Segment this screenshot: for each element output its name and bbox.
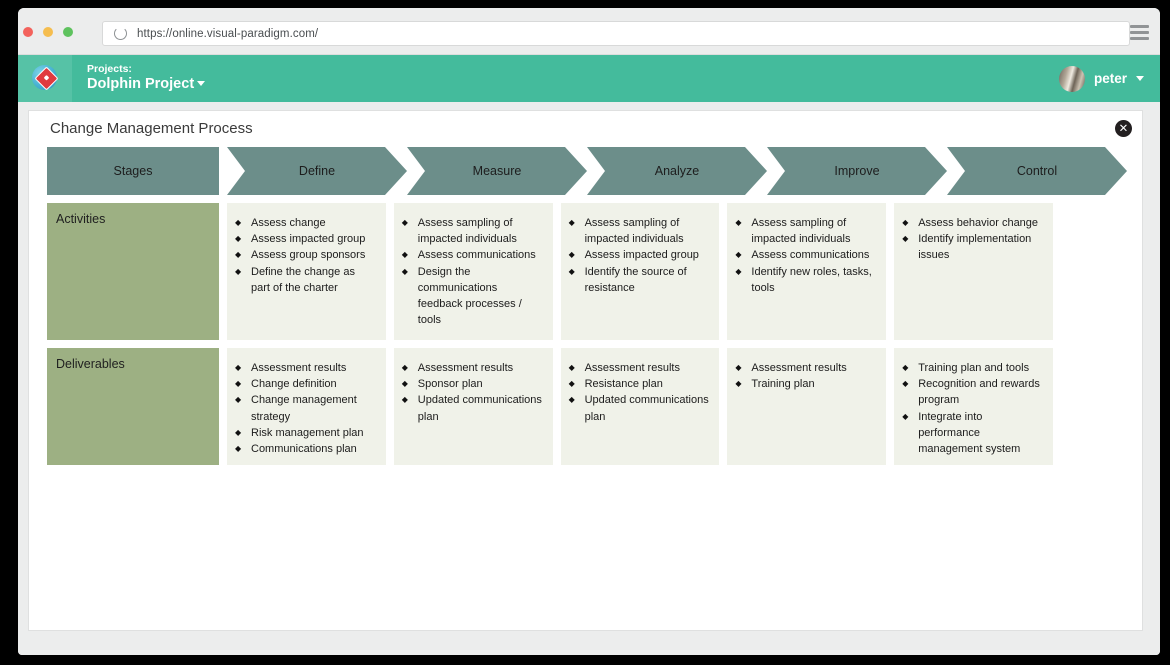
row-label-deliverables: Deliverables [47, 348, 219, 465]
bullet-list: Assess sampling of impacted individuals … [735, 215, 876, 296]
list-item: Change management strategy [235, 392, 376, 424]
cell-deliverables-define[interactable]: Assessment results Change definition Cha… [227, 348, 386, 465]
user-name: peter [1093, 71, 1127, 86]
matrix-row-deliverables: Deliverables Assessment results Change d… [47, 348, 1053, 465]
cell-activities-improve[interactable]: Assess sampling of impacted individuals … [727, 203, 887, 340]
bullet-list: Training plan and tools Recognition and … [902, 360, 1043, 457]
list-item: Assess behavior change [902, 215, 1043, 231]
row-spacer [47, 340, 1053, 348]
list-item: Identify new roles, tasks, tools [735, 264, 876, 296]
row-label-activities: Activities [47, 203, 219, 340]
hamburger-menu-icon[interactable] [1130, 25, 1149, 40]
list-item: Define the change as part of the charter [235, 264, 376, 296]
list-item: Identify implementation issues [902, 231, 1043, 263]
hamburger-line [1130, 25, 1149, 28]
address-bar[interactable]: https://online.visual-paradigm.com/ [102, 21, 1130, 46]
list-item: Assess sampling of impacted individuals [735, 215, 876, 247]
browser-chrome: https://online.visual-paradigm.com/ [18, 8, 1160, 55]
change-management-matrix: Stages Define Measure Analyze Improve Co… [47, 147, 1053, 465]
logo-mark-icon [31, 65, 59, 92]
close-icon[interactable]: ✕ [1115, 120, 1132, 137]
bullet-list: Assessment results Change definition Cha… [235, 360, 376, 457]
list-item: Assess impacted group [235, 231, 376, 247]
list-item: Training plan [735, 376, 876, 392]
row-spacer [47, 195, 1053, 203]
bullet-list: Assessment results Resistance plan Updat… [569, 360, 710, 425]
reload-icon[interactable] [114, 27, 127, 40]
list-item: Recognition and rewards program [902, 376, 1043, 408]
list-item: Assess communications [402, 247, 543, 263]
list-item: Assessment results [402, 360, 543, 376]
window-traffic-lights[interactable] [23, 27, 73, 37]
project-name: Dolphin Project [87, 76, 195, 93]
page-body: Change Management Process ✕ Stages Defin… [18, 102, 1160, 655]
visual-paradigm-logo[interactable] [18, 55, 72, 102]
avatar[interactable] [1058, 65, 1085, 92]
bullet-list: Assess behavior change Identify implemen… [902, 215, 1043, 264]
list-item: Risk management plan [235, 425, 376, 441]
project-name-row[interactable]: Dolphin Project [87, 75, 206, 93]
header-stages: Stages [47, 147, 219, 195]
cell-deliverables-measure[interactable]: Assessment results Sponsor plan Updated … [393, 348, 553, 465]
list-item: Assessment results [735, 360, 876, 376]
list-item: Assessment results [569, 360, 710, 376]
list-item: Sponsor plan [402, 376, 543, 392]
cell-activities-define[interactable]: Assess change Assess impacted group Asse… [227, 203, 386, 340]
bullet-list: Assess sampling of impacted individuals … [569, 215, 710, 296]
list-item: Resistance plan [569, 376, 710, 392]
list-item: Assess sampling of impacted individuals [569, 215, 710, 247]
hamburger-line [1130, 37, 1149, 40]
stage-header-define[interactable]: Define [227, 147, 407, 195]
minimize-window-button[interactable] [43, 27, 53, 37]
cell-activities-analyze[interactable]: Assess sampling of impacted individuals … [560, 203, 720, 340]
list-item: Change definition [235, 376, 376, 392]
maximize-window-button[interactable] [63, 27, 73, 37]
stage-header-improve[interactable]: Improve [767, 147, 947, 195]
chevron-down-icon[interactable] [1136, 76, 1144, 81]
deliverables-cells: Assessment results Change definition Cha… [227, 348, 1053, 465]
url-text: https://online.visual-paradigm.com/ [137, 27, 319, 40]
device-frame: https://online.visual-paradigm.com/ Proj… [0, 0, 1170, 665]
list-item: Identify the source of resistance [569, 264, 710, 296]
list-item: Assess change [235, 215, 376, 231]
stage-header-control[interactable]: Control [947, 147, 1127, 195]
activities-cells: Assess change Assess impacted group Asse… [227, 203, 1053, 340]
project-selector[interactable]: Projects: Dolphin Project [87, 63, 206, 93]
cell-deliverables-control[interactable]: Training plan and tools Recognition and … [894, 348, 1053, 465]
bullet-list: Assess change Assess impacted group Asse… [235, 215, 376, 296]
list-item: Communications plan [235, 441, 376, 457]
diagram-panel: Change Management Process ✕ Stages Defin… [28, 110, 1143, 631]
cell-deliverables-improve[interactable]: Assessment results Training plan [727, 348, 887, 465]
list-item: Assessment results [235, 360, 376, 376]
list-item: Assess sampling of impacted individuals [402, 215, 543, 247]
cell-deliverables-analyze[interactable]: Assessment results Resistance plan Updat… [560, 348, 720, 465]
list-item: Training plan and tools [902, 360, 1043, 376]
browser-window: https://online.visual-paradigm.com/ Proj… [18, 8, 1160, 655]
matrix-row-activities: Activities Assess change Assess impacted… [47, 203, 1053, 340]
list-item: Integrate into performance management sy… [902, 409, 1043, 458]
bullet-list: Assess sampling of impacted individuals … [402, 215, 543, 328]
chevron-down-icon[interactable] [197, 81, 206, 87]
cell-activities-control[interactable]: Assess behavior change Identify implemen… [894, 203, 1053, 340]
cell-activities-measure[interactable]: Assess sampling of impacted individuals … [393, 203, 553, 340]
page-title: Change Management Process [50, 120, 253, 137]
bullet-list: Assessment results Sponsor plan Updated … [402, 360, 543, 425]
list-item: Updated communications plan [569, 392, 710, 424]
user-menu[interactable]: peter [1058, 65, 1144, 92]
bullet-list: Assessment results Training plan [735, 360, 876, 393]
stage-header-analyze[interactable]: Analyze [587, 147, 767, 195]
hamburger-line [1130, 31, 1149, 34]
app-header: Projects: Dolphin Project peter [18, 55, 1160, 102]
stage-header-measure[interactable]: Measure [407, 147, 587, 195]
list-item: Assess group sponsors [235, 247, 376, 263]
close-window-button[interactable] [23, 27, 33, 37]
list-item: Design the communications feedback proce… [402, 264, 543, 329]
projects-label: Projects: [87, 63, 132, 76]
list-item: Updated communications plan [402, 392, 543, 424]
matrix-header-row: Stages Define Measure Analyze Improve Co… [47, 147, 1053, 195]
list-item: Assess communications [735, 247, 876, 263]
list-item: Assess impacted group [569, 247, 710, 263]
